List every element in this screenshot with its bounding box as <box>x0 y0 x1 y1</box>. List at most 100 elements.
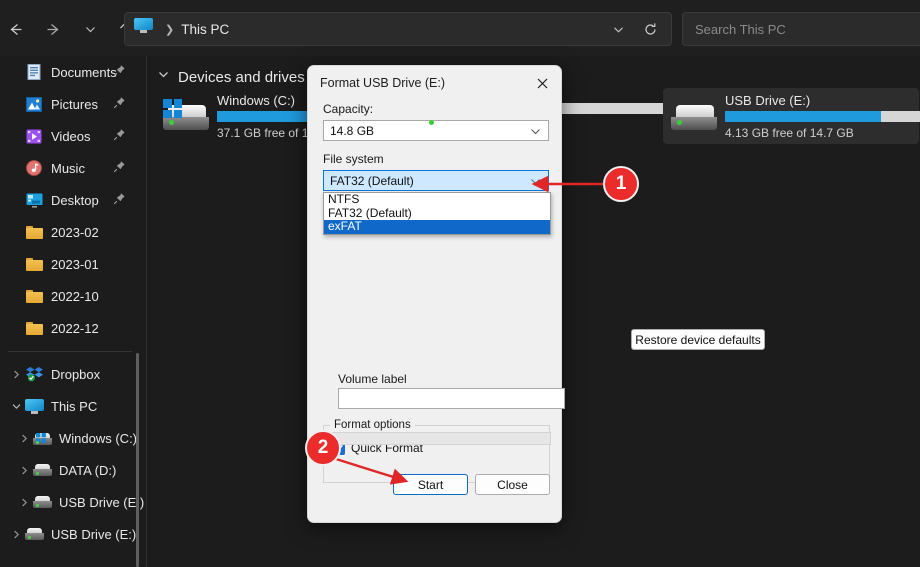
sidebar-item-label: Desktop <box>51 192 99 208</box>
sidebar-item-music[interactable]: Music <box>0 152 146 184</box>
sidebar-scrollbar[interactable] <box>136 56 139 567</box>
group-header-label: Devices and drives <box>178 68 305 86</box>
toolbar: ❯ This PC Search This PC <box>0 0 920 56</box>
pin-icon[interactable] <box>113 64 126 80</box>
close-dialog-button[interactable]: Close <box>475 474 550 495</box>
capacity-combobox[interactable]: 14.8 GB <box>323 120 549 141</box>
folder-icon <box>24 321 44 335</box>
chevron-right-icon[interactable] <box>16 497 32 508</box>
sidebar-item-label: Videos <box>51 128 91 144</box>
sidebar-item-label: USB Drive (E:) <box>51 526 137 542</box>
tree-list: Dropbox This PC Windows (C:) DATA (D:) USB D… <box>0 358 146 550</box>
navigation-pane[interactable]: Documents Pictures Videos Music Desktop 2023-… <box>0 56 146 567</box>
sidebar-item-label: This PC <box>51 398 98 414</box>
volume-label-label: Volume label <box>338 372 407 386</box>
pin-icon[interactable] <box>113 128 126 144</box>
close-button[interactable] <box>527 70 557 96</box>
this-pc-monitor-icon <box>24 398 44 414</box>
capacity-label: Capacity: <box>323 102 374 116</box>
refresh-button[interactable] <box>635 14 665 44</box>
this-pc-monitor-icon <box>134 18 156 40</box>
drive-tile-usb-e[interactable]: USB Drive (E:) 4.13 GB free of 14.7 GB <box>663 88 920 144</box>
chevron-down-icon <box>157 68 170 86</box>
drive-icon <box>32 464 52 476</box>
drive-usage-bar <box>725 110 920 122</box>
dropbox-icon <box>24 366 44 382</box>
chevron-right-icon[interactable] <box>8 369 24 380</box>
windows-drive-icon <box>163 99 209 133</box>
sidebar-item-label: 2023-02 <box>51 224 99 240</box>
chevron-down-icon <box>613 26 623 33</box>
documents-icon <box>24 64 44 80</box>
format-dialog: Format USB Drive (E:) Capacity: 14.8 GB … <box>307 65 765 523</box>
sidebar-item-label: Music <box>51 160 85 176</box>
capacity-value: 14.8 GB <box>330 123 375 138</box>
sidebar-item-data-d-[interactable]: DATA (D:) <box>0 454 146 486</box>
file-system-value: FAT32 (Default) <box>330 173 414 188</box>
sidebar-item-label: Pictures <box>51 96 98 112</box>
sidebar-item-documents[interactable]: Documents <box>0 56 146 88</box>
file-system-combobox[interactable]: FAT32 (Default) <box>323 170 549 191</box>
sidebar-item-2023-02[interactable]: 2023-02 <box>0 216 146 248</box>
sidebar-item-label: 2022-10 <box>51 288 99 304</box>
sidebar-item-this-pc[interactable]: This PC <box>0 390 146 422</box>
drive-icon <box>32 496 52 508</box>
windows-drive-icon <box>32 431 52 445</box>
sidebar-item-usb-drive-e-[interactable]: USB Drive (E:) <box>0 518 146 550</box>
file-system-dropdown-list[interactable]: NTFS FAT32 (Default) exFAT <box>323 192 551 235</box>
sidebar-item-2022-12[interactable]: 2022-12 <box>0 312 146 344</box>
sidebar-item-desktop[interactable]: Desktop <box>0 184 146 216</box>
file-system-option[interactable]: FAT32 (Default) <box>324 206 550 221</box>
pin-icon[interactable] <box>113 192 126 208</box>
forward-button[interactable] <box>38 14 68 44</box>
sidebar-divider <box>8 351 132 352</box>
sidebar-item-label: Dropbox <box>51 366 101 382</box>
restore-device-defaults-button[interactable]: Restore device defaults <box>631 329 765 350</box>
sidebar-item-label: Windows (C:) <box>59 430 138 446</box>
sidebar-item-2023-01[interactable]: 2023-01 <box>0 248 146 280</box>
dialog-title: Format USB Drive (E:) <box>320 76 446 90</box>
sidebar-item-pictures[interactable]: Pictures <box>0 88 146 120</box>
drive-icon <box>24 528 44 540</box>
folder-icon <box>24 289 44 303</box>
folder-icon <box>24 225 44 239</box>
file-system-option[interactable]: NTFS <box>324 192 550 207</box>
music-icon <box>24 160 44 176</box>
previous-locations-button[interactable] <box>603 14 633 44</box>
file-system-option[interactable]: exFAT <box>324 219 550 234</box>
breadcrumb-path: This PC <box>181 21 230 37</box>
chevron-right-icon[interactable] <box>16 465 32 476</box>
sidebar-item-label: Documents <box>51 64 117 80</box>
sidebar-item-2022-10[interactable]: 2022-10 <box>0 280 146 312</box>
volume-label-input[interactable] <box>338 388 565 409</box>
sidebar-item-label: 2023-01 <box>51 256 99 272</box>
sidebar-item-videos[interactable]: Videos <box>0 120 146 152</box>
videos-icon <box>24 129 44 144</box>
recent-locations-button[interactable] <box>75 14 105 44</box>
sidebar-item-label: 2022-12 <box>51 320 99 336</box>
file-explorer-window: ❯ This PC Search This PC Documents Pictu… <box>0 0 920 567</box>
chevron-down-icon <box>530 126 541 140</box>
annotation-badge-1: 1 <box>603 166 639 202</box>
chevron-down-icon[interactable] <box>8 401 24 412</box>
drive-usage-text: 4.13 GB free of 14.7 GB <box>725 125 854 140</box>
pin-icon[interactable] <box>113 160 126 176</box>
sidebar-item-windows-c-[interactable]: Windows (C:) <box>0 422 146 454</box>
start-button[interactable]: Start <box>393 474 468 495</box>
pin-icon[interactable] <box>113 96 126 112</box>
pictures-icon <box>24 96 44 112</box>
chevron-right-icon[interactable] <box>8 529 24 540</box>
address-bar[interactable]: ❯ This PC <box>124 12 672 46</box>
search-placeholder: Search This PC <box>695 21 786 37</box>
chevron-right-icon[interactable] <box>16 433 32 444</box>
drive-icon <box>671 99 717 133</box>
sidebar-item-dropbox[interactable]: Dropbox <box>0 358 146 390</box>
sidebar-item-label: USB Drive (E:) <box>59 494 145 510</box>
arrow-left-icon <box>9 23 21 35</box>
progress-bar <box>322 432 551 445</box>
back-button[interactable] <box>0 14 30 44</box>
devices-and-drives-header[interactable]: Devices and drives <box>157 68 305 86</box>
sidebar-item-usb-drive-e-[interactable]: USB Drive (E:) <box>0 486 146 518</box>
search-input[interactable]: Search This PC <box>682 12 920 46</box>
refresh-icon <box>644 22 656 35</box>
